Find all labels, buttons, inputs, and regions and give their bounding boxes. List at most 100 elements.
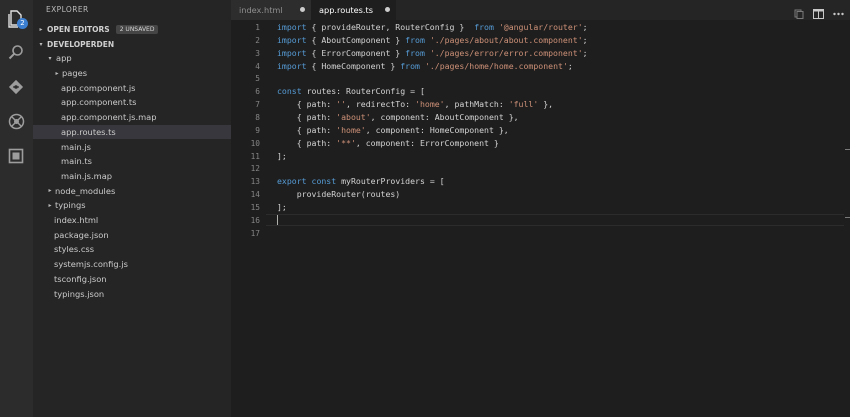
code-line: { path: 'about', component: AboutCompone… [277,111,519,123]
tree-item-node-modules[interactable]: ▸ node_modules [33,183,244,198]
tree-item-file[interactable]: systemjs.config.js [33,257,252,272]
string-token: './pages/about/about.component' [429,34,583,45]
code-line: provideRouter(routes) [277,188,401,200]
tree-item-file-selected[interactable]: app.routes.ts [33,124,259,140]
code-token: { AboutComponent } [306,34,406,45]
string-token: '@angular/router' [498,22,583,32]
tree-item-app[interactable]: ▾ app [33,51,244,66]
tree-item-label: index.html [54,215,99,226]
string-token: 'full' [508,99,539,110]
keyword-token: import [277,22,307,32]
code-token: ; [582,47,588,58]
tree-item-label: main.js.map [61,170,113,181]
unsaved-dot-icon[interactable] [385,7,390,12]
debug-icon[interactable] [6,111,26,131]
tree-item-file[interactable]: app.component.js [33,80,259,95]
keyword-token: import [277,60,307,71]
line-number: 16 [250,215,260,225]
tree-item-file[interactable]: app.component.js.map [33,110,259,125]
code-token: { HomeComponent } [306,60,401,71]
string-token: 'home' [415,99,445,110]
tab-index-html[interactable]: index.html [231,0,311,20]
line-number: 8 [255,112,260,122]
code-token: { path: [277,111,337,122]
code-token: ]; [277,201,287,212]
scrollbar-marker [845,149,850,150]
code-line: { path: '', redirectTo: 'home', pathMatc… [277,98,553,110]
code-line: export const myRouterProviders = [ [277,175,445,187]
tree-item-label: systemjs.config.js [54,259,128,270]
tree-item-pages[interactable]: ▸ pages [33,66,251,81]
string-token: 'about' [336,111,371,122]
code-token: routes: RouterConfig = [ [301,86,425,97]
code-token: { path: [277,99,337,110]
tree-item-file[interactable]: tsconfig.json [33,272,252,287]
current-line-highlight [266,214,844,226]
chevron-right-icon: ▸ [39,25,43,33]
line-number: 15 [250,202,260,212]
tree-item-file[interactable]: main.js.map [33,169,259,184]
keyword-token: from [405,47,425,58]
tree-item-label: main.ts [61,156,92,167]
unsaved-dot-icon[interactable] [300,7,305,12]
string-token: '**' [336,137,356,148]
tab-label: index.html [239,5,283,15]
vscode-window: 2 EXPLORER ▸ OPEN EDITORS 2 UNSAVED ▾ DE… [0,0,850,417]
code-token: , component: ErrorComponent } [355,137,499,148]
project-section[interactable]: ▾ DEVELOPERDEN [33,37,231,51]
code-token: }, [538,99,554,110]
code-token: , component: AboutComponent }, [370,111,519,122]
code-token: ; [582,22,588,32]
code-line: import { provideRouter, RouterConfig } f… [277,21,588,33]
line-number: 9 [255,125,260,135]
tree-item-label: pages [62,68,88,79]
tree-item-typings[interactable]: ▸ typings [33,198,244,213]
git-icon[interactable] [6,77,26,97]
open-editors-label: OPEN EDITORS [47,24,110,34]
code-token: { path: [277,137,337,148]
string-token: './pages/error/error.component' [429,47,583,58]
chevron-right-icon: ▸ [48,201,52,209]
keyword-token: from [405,34,425,45]
tree-item-label: app.component.ts [61,97,137,108]
tab-app-routes-ts[interactable]: app.routes.ts [311,0,396,20]
scrollbar-marker [845,217,850,218]
line-number: 10 [250,138,260,148]
open-editors-section[interactable]: ▸ OPEN EDITORS 2 UNSAVED [33,22,231,36]
keyword-token: export [277,176,307,187]
tab-label: app.routes.ts [319,5,373,15]
editor-tabs: index.html app.routes.ts [231,0,850,20]
code-editor[interactable]: 1 2 3 4 5 6 7 8 9 10 11 12 13 14 15 16 17 import { provi… [231,20,850,417]
tree-item-file[interactable]: typings.json [33,286,252,301]
code-line: ]; [277,150,287,162]
tree-item-label: typings [55,200,86,211]
tree-item-label: app.routes.ts [61,126,116,137]
line-number: 13 [250,177,260,187]
search-icon[interactable] [6,42,26,62]
code-token: ; [567,60,573,71]
extensions-icon[interactable] [6,146,26,166]
chevron-down-icon: ▾ [48,54,52,62]
keyword-token: import [277,47,307,58]
tree-item-label: tsconfig.json [54,273,107,284]
activity-bar: 2 [0,0,33,417]
code-token: , pathMatch: [444,99,509,110]
tree-item-file[interactable]: main.js [33,139,259,154]
keyword-token: import [277,34,307,45]
keyword-token: from [474,22,494,32]
line-number: 14 [250,190,260,200]
keyword-token: const [311,176,337,187]
tree-item-label: node_modules [55,185,116,196]
tree-item-file[interactable]: index.html [33,213,252,228]
keyword-token: const [277,86,302,97]
code-token: ]; [277,150,287,161]
tree-item-file[interactable]: package.json [33,227,252,242]
code-token: { path: [277,124,337,135]
code-token: { ErrorComponent } [306,47,406,58]
string-token: './pages/home/home.component' [424,60,568,71]
text-cursor [277,215,278,225]
tree-item-file[interactable]: styles.css [33,242,252,257]
tree-item-file[interactable]: main.ts [33,154,259,169]
tree-item-label: styles.css [54,244,95,255]
tree-item-file[interactable]: app.component.ts [33,95,259,110]
